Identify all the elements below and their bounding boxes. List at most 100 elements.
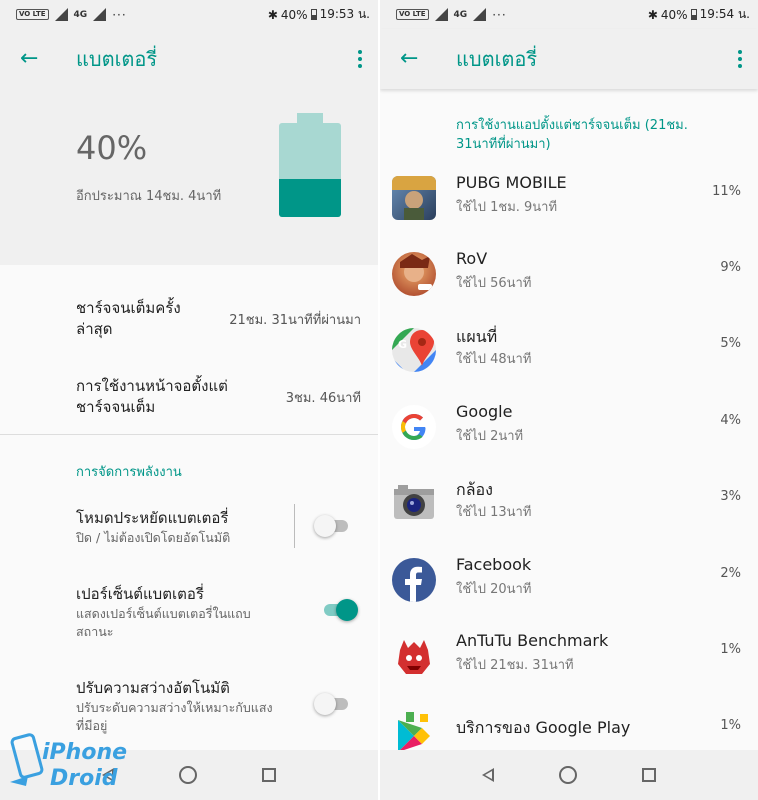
app-name: RoV bbox=[456, 249, 488, 268]
last-full-charge-value: 21ชม. 31นาทีที่ผ่านมา bbox=[229, 313, 361, 328]
adaptive-brightness-switch[interactable] bbox=[314, 692, 352, 716]
battery-percent: 40% bbox=[76, 129, 148, 167]
app-usage-time: ใช้ไป 13นาที bbox=[456, 505, 532, 520]
adaptive-brightness-title: ปรับความสว่างอัตโนมัติ bbox=[76, 679, 230, 697]
overflow-menu-icon[interactable] bbox=[358, 50, 362, 68]
maps-icon: G bbox=[392, 328, 436, 372]
app-usage-time: ใช้ไป 1ชม. 9นาที bbox=[456, 200, 558, 215]
battery-level-icon bbox=[279, 113, 341, 217]
google-icon bbox=[392, 405, 436, 449]
watermark-line2: Droid bbox=[50, 766, 118, 791]
app-row-antutu[interactable]: AnTuTu Benchmark ใช้ไป 21ชม. 31นาที 1% bbox=[380, 618, 758, 694]
nav-recents-icon[interactable] bbox=[261, 768, 276, 782]
signal-icon bbox=[54, 8, 68, 21]
bluetooth-icon: ✱ bbox=[267, 7, 278, 22]
app-name: กล้อง bbox=[456, 480, 493, 499]
app-usage-percent: 1% bbox=[720, 718, 741, 733]
app-usage-percent: 5% bbox=[720, 336, 741, 351]
app-usage-percent: 11% bbox=[712, 184, 741, 199]
screen-usage-value: 3ชม. 46นาที bbox=[285, 391, 361, 406]
status-battery-pct: 40% bbox=[660, 7, 688, 22]
status-bar: VO LTE 4G ··· ✱ 40% 19:53 น. bbox=[0, 0, 378, 29]
app-usage-time: ใช้ไป 48นาที bbox=[456, 352, 532, 367]
last-full-charge-row: ชาร์จจนเต็มครั้ง ล่าสุด 21ชม. 31นาทีที่ผ… bbox=[0, 295, 378, 345]
camera-icon bbox=[392, 481, 436, 525]
app-row-camera[interactable]: กล้อง ใช้ไป 13นาที 3% bbox=[380, 465, 758, 541]
vertical-divider bbox=[294, 504, 295, 548]
status-battery-pct: 40% bbox=[280, 7, 308, 22]
signal-icon-2 bbox=[93, 8, 107, 21]
status-time: 19:53 น. bbox=[319, 7, 370, 21]
app-usage-header: การใช้งานแอปตั้งแต่ชาร์จจนเต็ม (21ชม. 31… bbox=[456, 118, 688, 152]
rov-icon bbox=[392, 252, 436, 296]
status-battery-icon bbox=[690, 9, 697, 20]
battery-saver-subtitle: ปิด / ไม่ต้องเปิดโดยอัตโนมัติ bbox=[76, 530, 231, 545]
page-title: แบตเตอรี่ bbox=[76, 47, 158, 71]
back-arrow-icon[interactable]: ← bbox=[20, 48, 42, 70]
status-battery-icon bbox=[310, 9, 317, 20]
app-row-facebook[interactable]: Facebook ใช้ไป 20นาที 2% bbox=[380, 542, 758, 618]
power-management-header: การจัดการพลังงาน bbox=[76, 465, 182, 480]
signal-icon-2 bbox=[473, 8, 487, 21]
navigation-bar bbox=[380, 750, 758, 800]
app-usage-time: ใช้ไป 20นาที bbox=[456, 582, 532, 597]
app-name: AnTuTu Benchmark bbox=[456, 631, 609, 650]
volte-icon: VO LTE bbox=[396, 9, 429, 20]
app-usage-percent: 2% bbox=[720, 566, 741, 581]
last-full-charge-label: ชาร์จจนเต็มครั้ง ล่าสุด bbox=[76, 299, 181, 338]
bluetooth-icon: ✱ bbox=[647, 7, 658, 22]
status-time: 19:54 น. bbox=[699, 7, 750, 21]
facebook-icon bbox=[392, 558, 436, 602]
pubg-icon bbox=[392, 176, 436, 220]
battery-remaining: อีกประมาณ 14ชม. 4นาที bbox=[76, 189, 222, 204]
more-notifications-icon: ··· bbox=[112, 7, 127, 22]
nav-home-icon[interactable] bbox=[558, 766, 577, 784]
battery-summary: 40% อีกประมาณ 14ชม. 4นาที bbox=[0, 89, 378, 265]
app-usage-percent: 9% bbox=[720, 260, 741, 275]
status-bar: VO LTE 4G ··· ✱ 40% 19:54 น. bbox=[380, 0, 758, 29]
app-name: PUBG MOBILE bbox=[456, 173, 567, 192]
svg-text:G: G bbox=[398, 338, 407, 351]
app-name: บริการของ Google Play bbox=[456, 718, 631, 737]
network-type: 4G bbox=[453, 9, 468, 20]
app-row-maps[interactable]: G แผนที่ ใช้ไป 48นาที 5% bbox=[380, 312, 758, 388]
volte-icon: VO LTE bbox=[16, 9, 49, 20]
watermark-line1: iPhone bbox=[42, 740, 128, 765]
overflow-menu-icon[interactable] bbox=[738, 50, 742, 68]
nav-home-icon[interactable] bbox=[178, 766, 197, 784]
app-usage-percent: 1% bbox=[720, 642, 741, 657]
app-bar: ← แบตเตอรี่ bbox=[380, 29, 758, 89]
iphonedroid-watermark-logo: iPhone Droid bbox=[6, 724, 146, 800]
app-row-google[interactable]: Google ใช้ไป 2นาที 4% bbox=[380, 389, 758, 465]
antutu-icon bbox=[392, 634, 436, 678]
app-bar: ← แบตเตอรี่ bbox=[0, 29, 378, 89]
signal-icon bbox=[434, 8, 448, 21]
app-usage-percent: 3% bbox=[720, 489, 741, 504]
app-usage-time: ใช้ไป 2นาที bbox=[456, 429, 524, 444]
app-usage-screen: VO LTE 4G ··· ✱ 40% 19:54 น. ← แบตเตอรี่… bbox=[380, 0, 758, 800]
battery-percentage-switch[interactable] bbox=[320, 598, 358, 622]
app-usage-time: ใช้ไป 21ชม. 31นาที bbox=[456, 658, 574, 673]
battery-percentage-subtitle: แสดงเปอร์เซ็นต์แบตเตอรี่ในแถบ สถานะ bbox=[76, 606, 251, 639]
app-name: Google bbox=[456, 402, 513, 421]
app-usage-time: ใช้ไป 56นาที bbox=[456, 276, 532, 291]
play-services-icon bbox=[392, 710, 436, 754]
battery-settings-screen: VO LTE 4G ··· ✱ 40% 19:53 น. ← แบตเตอรี่… bbox=[0, 0, 378, 800]
back-arrow-icon[interactable]: ← bbox=[400, 48, 422, 70]
battery-saver-switch[interactable] bbox=[314, 514, 352, 538]
nav-recents-icon[interactable] bbox=[641, 768, 656, 782]
screen-usage-label: การใช้งานหน้าจอตั้งแต่ ชาร์จจนเต็ม bbox=[76, 377, 228, 416]
nav-back-icon[interactable] bbox=[482, 768, 495, 782]
divider bbox=[0, 434, 378, 435]
app-name: Facebook bbox=[456, 555, 532, 574]
more-notifications-icon: ··· bbox=[492, 7, 507, 22]
app-row-pubg[interactable]: PUBG MOBILE ใช้ไป 1ชม. 9นาที 11% bbox=[380, 160, 758, 236]
screen-usage-row: การใช้งานหน้าจอตั้งแต่ ชาร์จจนเต็ม 3ชม. … bbox=[0, 374, 378, 424]
page-title: แบตเตอรี่ bbox=[456, 47, 538, 71]
app-name: แผนที่ bbox=[456, 327, 498, 346]
battery-saver-title: โหมดประหยัดแบตเตอรี่ bbox=[76, 509, 229, 527]
app-row-rov[interactable]: RoV ใช้ไป 56นาที 9% bbox=[380, 236, 758, 312]
network-type: 4G bbox=[73, 9, 88, 20]
battery-percentage-title: เปอร์เซ็นต์แบตเตอรี่ bbox=[76, 585, 204, 603]
app-usage-percent: 4% bbox=[720, 413, 741, 428]
